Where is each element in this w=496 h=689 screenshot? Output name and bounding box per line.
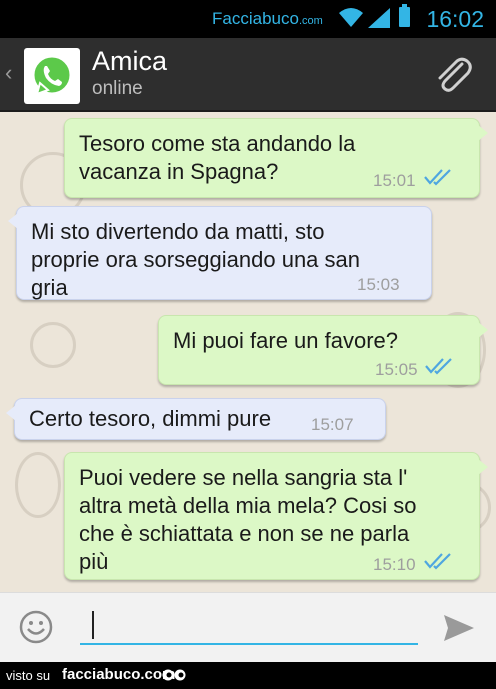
emoji-icon[interactable] <box>19 610 53 644</box>
eyes-logo-icon <box>162 669 186 681</box>
signal-icon <box>368 8 390 28</box>
paperclip-icon[interactable] <box>432 54 474 96</box>
message-bubble-outgoing[interactable]: Mi puoi fare un favore? 15:05 <box>158 315 488 385</box>
message-input-bar <box>0 592 496 663</box>
chat-area[interactable]: Tesoro come sta andando la vacanza in Sp… <box>0 112 496 592</box>
text-caret <box>92 611 94 639</box>
message-text: Certo tesoro, dimmi pure <box>29 406 272 431</box>
message-bubble-incoming[interactable]: Mi sto divertendo da matti, sto proprie … <box>8 206 432 300</box>
contact-avatar[interactable] <box>24 48 80 104</box>
send-icon[interactable] <box>442 613 476 643</box>
battery-icon <box>399 4 410 27</box>
status-clock: 16:02 <box>426 6 484 32</box>
message-time: 15:07 <box>311 415 354 434</box>
message-time: 15:05 <box>375 360 418 379</box>
footer-visto-text: visto su <box>6 668 51 683</box>
contact-status: online <box>92 78 143 99</box>
wifi-icon <box>339 8 363 27</box>
message-bubble-incoming[interactable]: Certo tesoro, dimmi pure 15:07 <box>6 398 386 440</box>
message-text: Puoi vedere se nella sangria sta l' altr… <box>79 465 417 574</box>
message-text: Tesoro come sta andando la vacanza in Sp… <box>79 131 356 184</box>
whatsapp-logo-icon <box>31 54 73 96</box>
message-bubble-outgoing[interactable]: Tesoro come sta andando la vacanza in Sp… <box>64 118 488 198</box>
status-brand: Facciabuco.com <box>212 9 323 29</box>
background-doodle <box>15 452 61 518</box>
double-check-icon <box>424 553 451 570</box>
chat-header: ‹ Amica online <box>0 38 496 112</box>
background-doodle <box>30 322 76 368</box>
message-text: Mi puoi fare un favore? <box>173 328 399 353</box>
footer-watermark: visto su facciabuco.com <box>0 662 496 689</box>
status-bar: Facciabuco.com 16:02 <box>0 0 496 38</box>
contact-name[interactable]: Amica <box>92 46 167 77</box>
message-time: 15:10 <box>373 555 416 574</box>
footer-site-text[interactable]: facciabuco.com <box>62 666 175 683</box>
message-time: 15:03 <box>357 275 400 294</box>
message-text: Mi sto divertendo da matti, sto proprie … <box>31 219 361 300</box>
double-check-icon <box>424 169 451 186</box>
double-check-icon <box>425 358 452 375</box>
status-brand-domain: .com <box>298 15 323 27</box>
message-bubble-outgoing[interactable]: Puoi vedere se nella sangria sta l' altr… <box>64 452 488 580</box>
back-chevron-icon[interactable]: ‹ <box>5 60 12 86</box>
message-input[interactable] <box>80 603 418 645</box>
status-brand-text: Facciabuco <box>212 9 299 28</box>
message-time: 15:01 <box>373 171 416 190</box>
